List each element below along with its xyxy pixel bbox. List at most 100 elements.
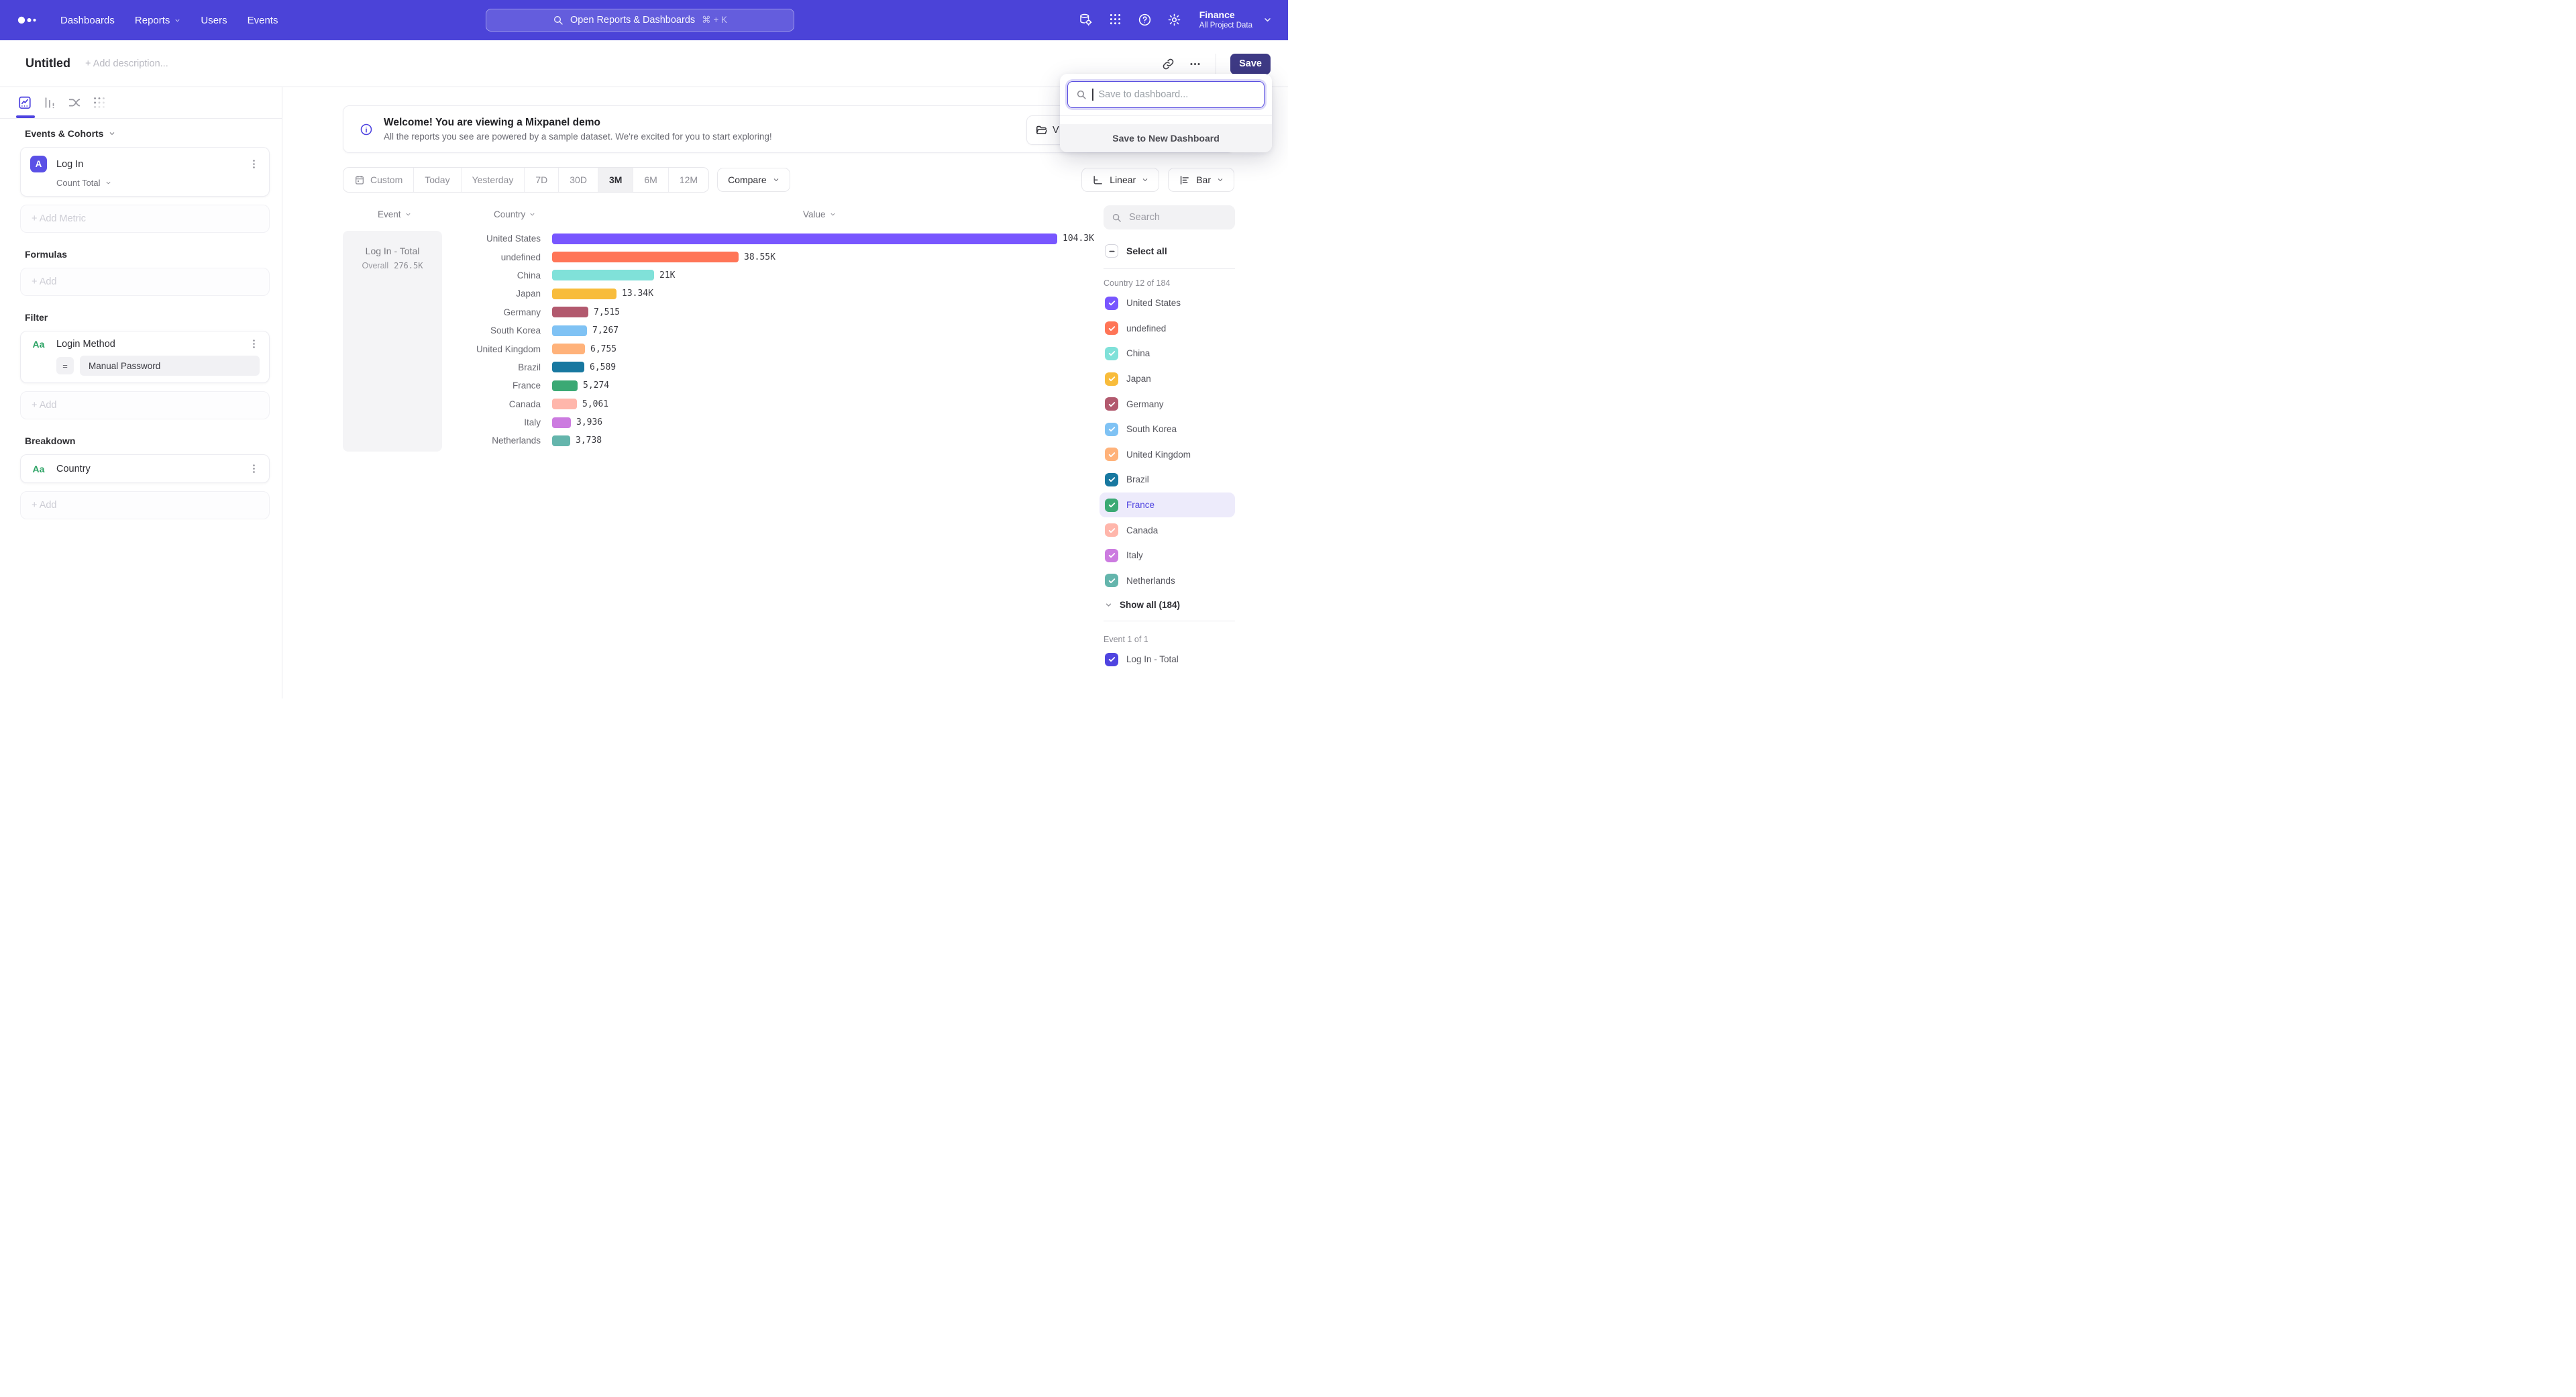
- bar-chart-type-button[interactable]: Bar: [1168, 168, 1234, 192]
- metric-name[interactable]: Log In: [56, 159, 83, 170]
- range-7d[interactable]: 7D: [525, 168, 559, 192]
- legend-search-input[interactable]: [1128, 211, 1227, 223]
- bar-chart: Event Country Value Log In - Total Overa…: [343, 205, 1108, 450]
- tab-insights-icon[interactable]: [17, 95, 32, 110]
- global-search[interactable]: Open Reports & Dashboards ⌘ + K: [486, 9, 794, 32]
- range-3m[interactable]: 3M: [598, 168, 633, 192]
- bar-italy[interactable]: [552, 417, 571, 428]
- aggregation-selector[interactable]: Count Total: [56, 178, 260, 188]
- events-cohorts-label[interactable]: Events & Cohorts: [25, 128, 270, 139]
- bar-united-kingdom[interactable]: [552, 344, 585, 354]
- country-filter-row-brazil[interactable]: Brazil: [1099, 467, 1235, 493]
- legend-search[interactable]: [1104, 205, 1235, 229]
- country-checkbox[interactable]: [1105, 574, 1118, 587]
- add-filter-button[interactable]: + Add: [20, 391, 270, 419]
- country-filter-row-china[interactable]: China: [1099, 341, 1235, 366]
- report-title[interactable]: Untitled: [25, 56, 70, 70]
- nav-item-events[interactable]: Events: [248, 15, 278, 26]
- tab-retention-icon[interactable]: [92, 95, 107, 110]
- range-6m[interactable]: 6M: [633, 168, 668, 192]
- nav-item-dashboards[interactable]: Dashboards: [60, 15, 115, 26]
- mixpanel-insights-report: Dashboards Reports Users Events Open Report…: [0, 0, 1288, 698]
- bar-brazil[interactable]: [552, 362, 584, 372]
- country-checkbox[interactable]: [1105, 423, 1118, 436]
- country-checkbox[interactable]: [1105, 523, 1118, 537]
- country-checkbox[interactable]: [1105, 473, 1118, 486]
- country-filter-row-netherlands[interactable]: Netherlands: [1099, 568, 1235, 594]
- country-checkbox[interactable]: [1105, 347, 1118, 360]
- nav-item-reports[interactable]: Reports: [135, 15, 181, 26]
- country-checkbox[interactable]: [1105, 448, 1118, 461]
- bar-china[interactable]: [552, 270, 654, 280]
- range-yesterday[interactable]: Yesterday: [462, 168, 525, 192]
- data-pipelines-icon[interactable]: [1079, 13, 1093, 27]
- mixpanel-logo-icon[interactable]: [16, 12, 43, 28]
- country-checkbox[interactable]: [1105, 549, 1118, 562]
- compare-button[interactable]: Compare: [717, 168, 790, 192]
- settings-gear-icon[interactable]: [1167, 13, 1181, 27]
- select-all-row[interactable]: Select all: [1104, 244, 1235, 258]
- country-filter-row-france[interactable]: France: [1099, 493, 1235, 518]
- breakdown-property-name[interactable]: Country: [56, 464, 91, 474]
- event-filter-row-log-in-total[interactable]: Log In - Total: [1099, 647, 1235, 672]
- help-icon[interactable]: [1138, 13, 1152, 27]
- kebab-menu-icon[interactable]: [248, 158, 260, 170]
- save-to-new-dashboard-button[interactable]: Save to New Dashboard: [1060, 124, 1272, 152]
- metric-card-log-in[interactable]: A Log In Count Total: [20, 147, 270, 197]
- kebab-menu-icon[interactable]: [248, 338, 260, 350]
- operator-selector[interactable]: =: [56, 357, 74, 374]
- country-checkbox[interactable]: [1105, 297, 1118, 310]
- copy-link-icon[interactable]: [1162, 58, 1175, 70]
- country-filter-row-south-korea[interactable]: South Korea: [1099, 417, 1235, 442]
- country-checkbox[interactable]: [1105, 499, 1118, 512]
- tab-funnels-icon[interactable]: [42, 95, 57, 110]
- nav-item-users[interactable]: Users: [201, 15, 227, 26]
- bar-undefined[interactable]: [552, 252, 739, 262]
- country-filter-row-japan[interactable]: Japan: [1099, 366, 1235, 392]
- country-checkbox[interactable]: [1105, 397, 1118, 411]
- save-button[interactable]: Save: [1230, 54, 1271, 74]
- filter-property-name[interactable]: Login Method: [56, 339, 115, 350]
- select-all-checkbox[interactable]: [1105, 244, 1118, 258]
- event-summary-cell[interactable]: Log In - Total Overall 276.5K: [343, 231, 442, 452]
- add-breakdown-button[interactable]: + Add: [20, 491, 270, 519]
- column-header-value[interactable]: Value: [803, 209, 836, 219]
- add-formula-button[interactable]: + Add: [20, 268, 270, 296]
- filter-value-selector[interactable]: Manual Password: [80, 356, 260, 376]
- column-header-event[interactable]: Event: [378, 209, 411, 219]
- range-30d[interactable]: 30D: [559, 168, 598, 192]
- add-metric-button[interactable]: + Add Metric: [20, 205, 270, 233]
- country-checkbox[interactable]: [1105, 372, 1118, 386]
- range-custom[interactable]: Custom: [343, 168, 414, 192]
- bar-germany[interactable]: [552, 307, 588, 317]
- column-header-country[interactable]: Country: [494, 209, 535, 219]
- more-options-icon[interactable]: [1189, 58, 1201, 70]
- apps-grid-icon[interactable]: [1108, 13, 1122, 27]
- bar-netherlands[interactable]: [552, 435, 570, 446]
- country-filter-row-italy[interactable]: Italy: [1099, 543, 1235, 568]
- bar-south-korea[interactable]: [552, 325, 587, 336]
- filter-card-login-method[interactable]: Aa Login Method = Manual Password: [20, 331, 270, 383]
- add-description-button[interactable]: + Add description...: [85, 58, 168, 69]
- country-filter-row-canada[interactable]: Canada: [1099, 517, 1235, 543]
- bar-france[interactable]: [552, 380, 578, 391]
- kebab-menu-icon[interactable]: [248, 463, 260, 474]
- project-switcher[interactable]: Finance All Project Data: [1199, 9, 1272, 31]
- range-12m[interactable]: 12M: [669, 168, 708, 192]
- save-dashboard-search-input[interactable]: Save to dashboard...: [1067, 81, 1265, 108]
- event-checkbox[interactable]: [1105, 653, 1118, 666]
- bar-united-states[interactable]: [552, 234, 1057, 244]
- chevron-down-icon: [105, 180, 111, 186]
- country-filter-row-germany[interactable]: Germany: [1099, 391, 1235, 417]
- breakdown-card-country[interactable]: Aa Country: [20, 454, 270, 483]
- bar-canada[interactable]: [552, 399, 577, 409]
- show-all-button[interactable]: Show all (184): [1104, 600, 1235, 610]
- country-filter-row-united-states[interactable]: United States: [1099, 291, 1235, 316]
- range-today[interactable]: Today: [414, 168, 461, 192]
- bar-japan[interactable]: [552, 289, 616, 299]
- country-filter-row-united-kingdom[interactable]: United Kingdom: [1099, 442, 1235, 468]
- linear-scale-button[interactable]: Linear: [1081, 168, 1159, 192]
- country-filter-row-undefined[interactable]: undefined: [1099, 316, 1235, 342]
- country-checkbox[interactable]: [1105, 321, 1118, 335]
- tab-flows-icon[interactable]: [67, 95, 82, 110]
